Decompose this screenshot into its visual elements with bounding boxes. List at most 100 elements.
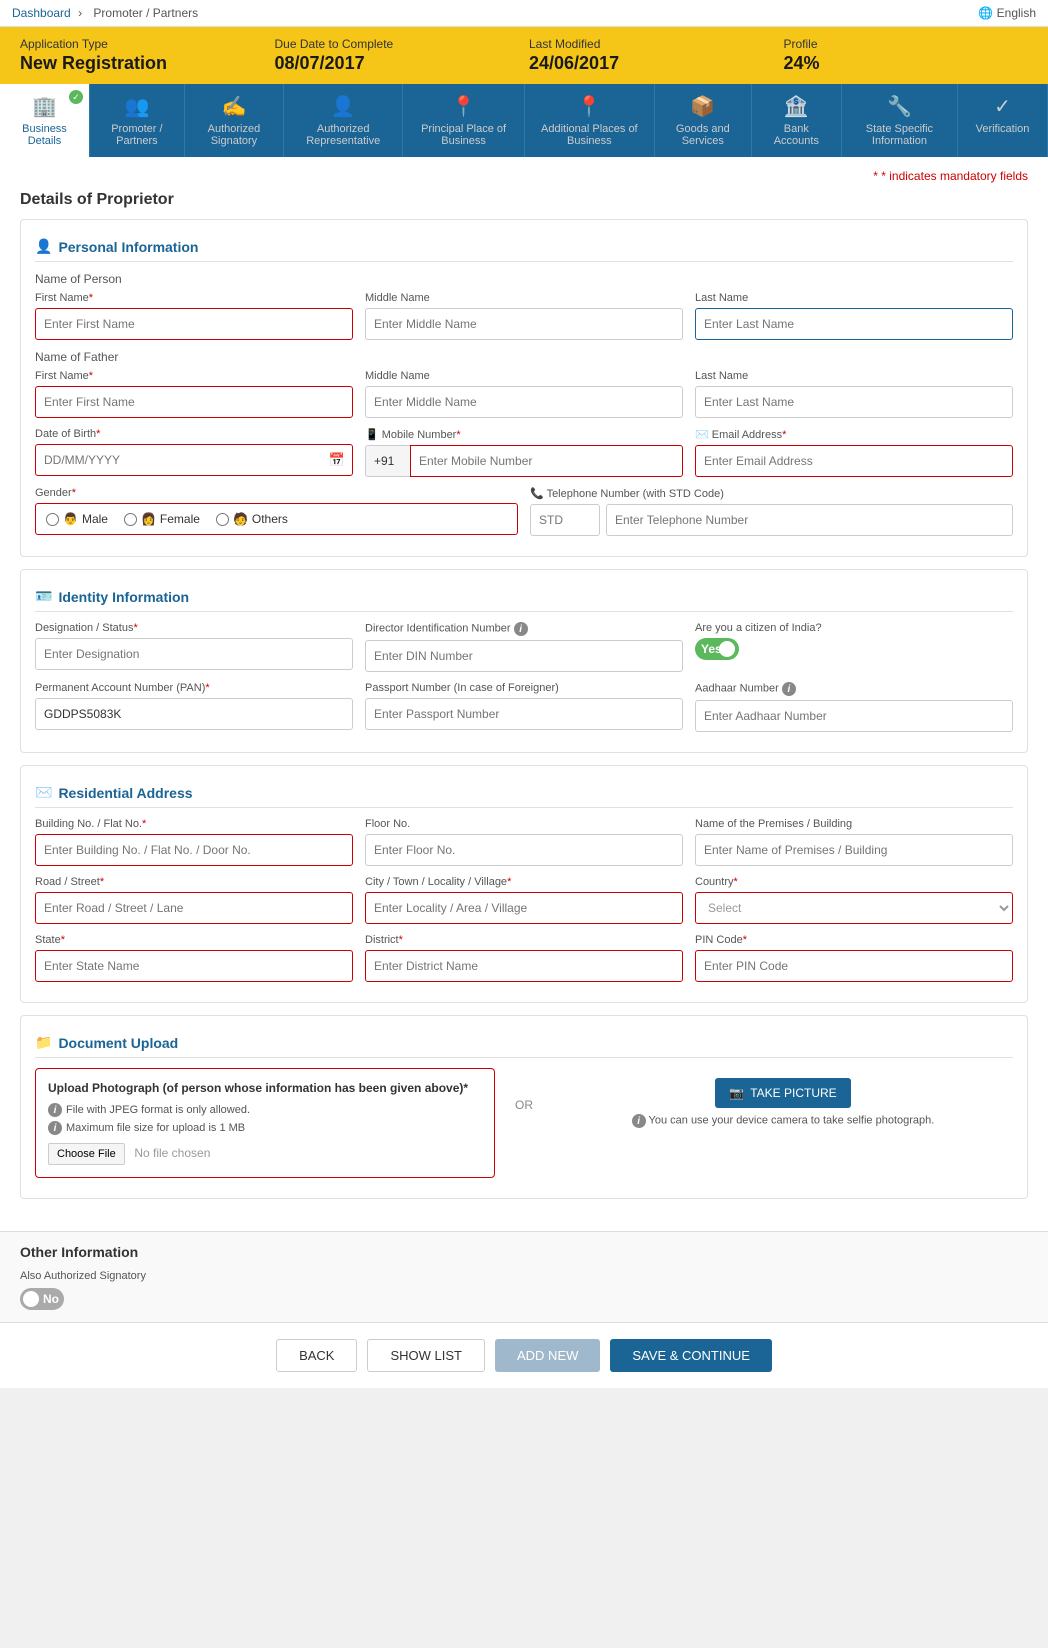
first-name-input[interactable] (35, 308, 353, 340)
email-group: ✉️ Email Address* (695, 428, 1013, 477)
save-continue-button[interactable]: SAVE & CONTINUE (610, 1339, 772, 1372)
premises-input[interactable] (695, 834, 1013, 866)
tab-label: Authorized Signatory (197, 123, 271, 147)
bottom-buttons: BACK SHOW LIST ADD NEW SAVE & CONTINUE (0, 1322, 1048, 1388)
aadhaar-info-icon[interactable]: i (782, 682, 796, 696)
pan-input[interactable] (35, 698, 353, 730)
designation-din-citizen-row: Designation / Status* Director Identific… (35, 622, 1013, 672)
father-last-name-group: Last Name (695, 370, 1013, 418)
tab-state-specific[interactable]: 🔧 State Specific Information (842, 84, 958, 157)
email-label: ✉️ Email Address* (695, 428, 1013, 441)
tab-label: Goods and Services (667, 123, 739, 147)
tab-bank-accounts[interactable]: 🏦 Bank Accounts (752, 84, 842, 157)
identity-info-title: 🪪 Identity Information (35, 580, 1013, 612)
aadhaar-input[interactable] (695, 700, 1013, 732)
tab-verification[interactable]: ✓ Verification (958, 84, 1048, 157)
due-date-value: 08/07/2017 (275, 53, 520, 74)
last-modified-value: 24/06/2017 (529, 53, 774, 74)
app-type-value: New Registration (20, 53, 265, 74)
father-first-name-group: First Name* (35, 370, 353, 418)
tab-label: Additional Places of Business (537, 123, 642, 147)
add-new-button[interactable]: ADD NEW (495, 1339, 600, 1372)
tab-label: Verification (976, 123, 1030, 135)
toggle-slider: Yes (695, 638, 739, 660)
mobile-input[interactable] (410, 445, 683, 477)
tab-authorized-rep[interactable]: 👤 Authorized Representative (284, 84, 403, 157)
gender-female[interactable]: 👩 Female (124, 512, 200, 526)
choose-file-button[interactable]: Choose File (48, 1143, 125, 1165)
dob-input[interactable] (35, 444, 353, 476)
person-name-row: First Name* Middle Name Last Name (35, 292, 1013, 340)
tab-principal-place[interactable]: 📍 Principal Place of Business (403, 84, 525, 157)
pin-input[interactable] (695, 950, 1013, 982)
show-list-button[interactable]: SHOW LIST (367, 1339, 485, 1372)
state-input[interactable] (35, 950, 353, 982)
promoter-icon: 👥 (124, 94, 149, 119)
city-input[interactable] (365, 892, 683, 924)
file-input-row: Choose File No file chosen (48, 1143, 482, 1165)
tab-label: Principal Place of Business (415, 123, 512, 147)
back-button[interactable]: BACK (276, 1339, 357, 1372)
last-name-input[interactable] (695, 308, 1013, 340)
pan-passport-aadhaar-row: Permanent Account Number (PAN)* Passport… (35, 682, 1013, 732)
tab-navigation: ✓ 🏢 Business Details 👥 Promoter / Partne… (0, 84, 1048, 157)
tab-label: Bank Accounts (764, 123, 829, 147)
road-group: Road / Street* (35, 876, 353, 924)
tab-promoter-partners[interactable]: 👥 Promoter / Partners (90, 84, 185, 157)
middle-name-input[interactable] (365, 308, 683, 340)
din-info-icon[interactable]: i (514, 622, 528, 636)
last-name-label: Last Name (695, 292, 1013, 304)
tab-authorized-signatory[interactable]: ✍️ Authorized Signatory (185, 84, 284, 157)
last-modified-label: Last Modified (529, 37, 774, 51)
din-input[interactable] (365, 640, 683, 672)
verify-icon: ✓ (994, 94, 1011, 119)
father-last-input[interactable] (695, 386, 1013, 418)
tab-label: Authorized Representative (296, 123, 390, 147)
father-middle-input[interactable] (365, 386, 683, 418)
gender-telephone-row: Gender* 👨 Male 👩 Female 🧑 Others (35, 487, 1013, 536)
camera-note-icon: i (632, 1114, 646, 1128)
citizen-toggle[interactable]: Yes (695, 638, 739, 660)
citizen-toggle-container: Yes (695, 638, 1013, 660)
district-input[interactable] (365, 950, 683, 982)
upload-left: Upload Photograph (of person whose infor… (35, 1068, 495, 1188)
state-label: State* (35, 934, 353, 946)
breadcrumb-dashboard[interactable]: Dashboard (12, 6, 71, 20)
app-type-label: Application Type (20, 37, 265, 51)
country-select[interactable]: Select India (695, 892, 1013, 924)
gender-male-radio[interactable] (46, 513, 59, 526)
note-info-icon-1: i (48, 1103, 62, 1117)
premises-label: Name of the Premises / Building (695, 818, 1013, 830)
telephone-input[interactable] (606, 504, 1013, 536)
residential-address-title: ✉️ Residential Address (35, 776, 1013, 808)
middle-name-label: Middle Name (365, 292, 683, 304)
gender-group: Gender* 👨 Male 👩 Female 🧑 Others (35, 487, 518, 536)
aadhaar-group: Aadhaar Number i (695, 682, 1013, 732)
father-first-input[interactable] (35, 386, 353, 418)
tab-goods-services[interactable]: 📦 Goods and Services (655, 84, 752, 157)
tab-additional-places[interactable]: 📍 Additional Places of Business (525, 84, 655, 157)
breadcrumb: Dashboard › Promoter / Partners (12, 6, 202, 20)
gender-male[interactable]: 👨 Male (46, 512, 108, 526)
passport-input[interactable] (365, 698, 683, 730)
profile-item: Profile 24% (784, 37, 1029, 74)
toggle-no-label: No (43, 1292, 59, 1306)
phone-wrapper: +91 (365, 445, 683, 477)
take-picture-button[interactable]: 📷 TAKE PICTURE (715, 1078, 850, 1108)
language-selector[interactable]: 🌐 English (978, 6, 1036, 20)
also-auth-toggle[interactable]: No (20, 1288, 64, 1310)
gender-others-radio[interactable] (216, 513, 229, 526)
floor-group: Floor No. (365, 818, 683, 866)
std-input[interactable] (530, 504, 600, 536)
tab-business-details[interactable]: ✓ 🏢 Business Details (0, 84, 90, 157)
road-input[interactable] (35, 892, 353, 924)
passport-label: Passport Number (In case of Foreigner) (365, 682, 683, 694)
designation-input[interactable] (35, 638, 353, 670)
email-input[interactable] (695, 445, 1013, 477)
gender-female-radio[interactable] (124, 513, 137, 526)
upload-note-1: i File with JPEG format is only allowed. (48, 1103, 482, 1117)
gender-others[interactable]: 🧑 Others (216, 512, 288, 526)
floor-input[interactable] (365, 834, 683, 866)
building-input[interactable] (35, 834, 353, 866)
dob-mobile-email-row: Date of Birth* 📅 📱 Mobile Number* +91 (35, 428, 1013, 477)
